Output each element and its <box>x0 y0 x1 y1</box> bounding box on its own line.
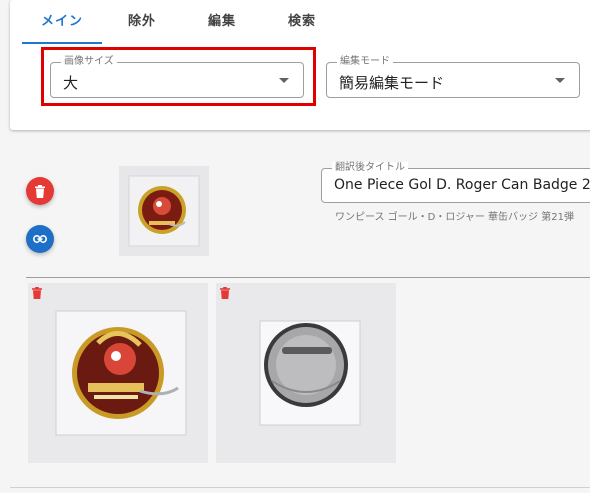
link-button[interactable] <box>26 225 54 253</box>
trash-icon <box>35 184 45 198</box>
divider <box>26 277 590 278</box>
link-icon <box>33 235 47 243</box>
photo-card[interactable] <box>216 283 396 463</box>
original-title: ワンピース ゴール・D・ロジャー 華缶バッジ 第21弾 <box>335 212 574 223</box>
badge-back-image <box>259 320 361 426</box>
chevron-down-icon <box>555 78 565 83</box>
badge-front-image <box>55 310 187 436</box>
photo-card[interactable] <box>28 283 208 463</box>
tab-search[interactable]: 検索 <box>262 0 342 44</box>
tab-main[interactable]: メイン <box>22 0 102 44</box>
badge-image <box>128 175 200 247</box>
translated-title-label: 翻訳後タイトル <box>332 162 408 174</box>
tab-exclude[interactable]: 除外 <box>102 0 182 44</box>
tab-bar: メイン 除外 編集 検索 <box>22 0 342 44</box>
edit-mode-select[interactable]: 編集モード 簡易編集モード <box>326 56 580 98</box>
edit-mode-value: 簡易編集モード <box>339 74 445 92</box>
item-thumbnail[interactable] <box>119 166 209 256</box>
divider <box>10 487 590 488</box>
delete-item-button[interactable] <box>26 177 54 205</box>
highlight-box <box>41 47 316 106</box>
trash-icon[interactable] <box>32 287 42 299</box>
translated-title-field[interactable]: 翻訳後タイトル One Piece Gol D. Roger Can Badge… <box>321 162 590 203</box>
translated-title-value: One Piece Gol D. Roger Can Badge 21st <box>334 177 590 193</box>
tab-edit[interactable]: 編集 <box>182 0 262 44</box>
trash-icon[interactable] <box>220 287 230 299</box>
edit-mode-label: 編集モード <box>337 56 393 68</box>
